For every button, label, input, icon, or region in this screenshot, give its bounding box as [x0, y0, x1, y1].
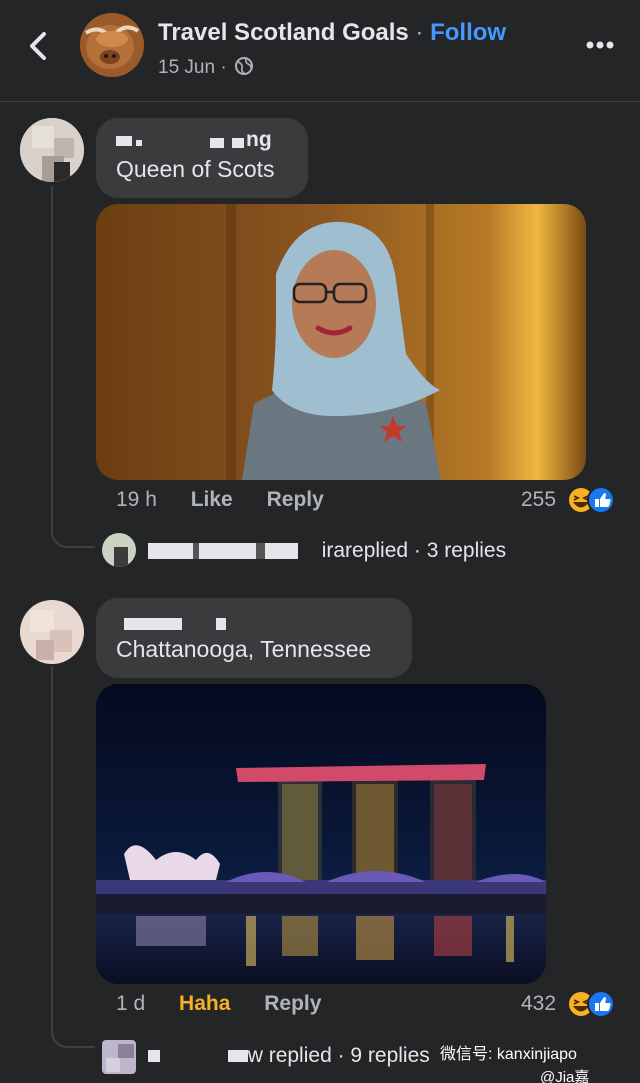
thread-line — [51, 186, 53, 526]
replier-avatar[interactable] — [102, 1040, 136, 1074]
comment-actions: 1 d Haha Reply — [116, 992, 349, 1016]
reaction-icons[interactable] — [566, 989, 616, 1019]
comment-text: Chattanooga, Tennessee — [116, 636, 372, 662]
back-button[interactable] — [22, 26, 56, 66]
replier-name-redacted — [148, 1050, 160, 1062]
title-separator: · — [408, 19, 431, 46]
view-replies-link[interactable]: irareplied · 3 replies — [148, 539, 506, 563]
like-thumb-icon — [587, 486, 615, 514]
page-title-row: Travel Scotland Goals · Follow — [158, 19, 506, 47]
thread-connector — [51, 1020, 95, 1048]
comment-photo-skyline[interactable] — [96, 684, 546, 984]
like-thumb-icon — [587, 990, 615, 1018]
portrait-image — [96, 204, 586, 480]
comment-bubble[interactable]: ng Queen of Scots — [96, 118, 308, 198]
globe-icon — [234, 57, 253, 75]
comment-actions: 19 h Like Reply — [116, 488, 352, 512]
comment-time[interactable]: 1 d — [116, 992, 145, 1015]
replier-name-fragment: w — [247, 1044, 263, 1067]
marina-bay-skyline-image — [96, 684, 546, 984]
commenter-name-redacted[interactable] — [116, 608, 392, 632]
highland-cow-image — [80, 13, 144, 77]
page-title[interactable]: Travel Scotland Goals — [158, 19, 409, 46]
post-header: Travel Scotland Goals · Follow 15 Jun · — [0, 0, 640, 102]
commenter-avatar[interactable] — [20, 600, 84, 664]
view-replies-link[interactable]: w replied · 9 replies — [148, 1044, 430, 1068]
back-chevron-icon — [30, 32, 46, 60]
more-dots-icon — [586, 41, 614, 49]
commenter-name-redacted[interactable]: ng — [116, 128, 288, 152]
reply-summary: replied · 3 replies — [345, 539, 507, 562]
reaction-count[interactable]: 255 — [521, 488, 556, 512]
watermark-sub: @Jia嘉 — [540, 1069, 590, 1083]
wechat-watermark: 微信号: kanxinjiapo @Jia嘉 — [440, 1040, 589, 1083]
reply-button[interactable]: Reply — [264, 992, 321, 1015]
reply-button[interactable]: Reply — [267, 488, 324, 511]
replier-name-redacted — [148, 543, 298, 559]
replier-name-fragment: ira — [321, 539, 346, 562]
post-date[interactable]: 15 Jun · — [158, 57, 227, 78]
thread-line — [51, 666, 53, 1026]
like-button[interactable]: Like — [191, 488, 233, 511]
replier-avatar[interactable] — [102, 533, 136, 567]
commenter-name-fragment: ng — [246, 128, 272, 151]
comment-text: Queen of Scots — [116, 156, 275, 182]
comment-bubble[interactable]: Chattanooga, Tennessee — [96, 598, 412, 678]
post-meta: 15 Jun · — [158, 56, 254, 79]
haha-reaction-button[interactable]: Haha — [179, 992, 230, 1015]
watermark-text: 微信号: kanxinjiapo — [440, 1046, 577, 1063]
follow-button[interactable]: Follow — [430, 19, 506, 46]
reaction-count[interactable]: 432 — [521, 992, 556, 1016]
comment-time[interactable]: 19 h — [116, 488, 157, 511]
commenter-avatar[interactable] — [20, 118, 84, 182]
reaction-icons[interactable] — [566, 485, 616, 515]
page-avatar[interactable] — [80, 13, 144, 77]
reply-summary: replied · 9 replies — [268, 1044, 430, 1067]
more-options-button[interactable] — [584, 34, 618, 56]
thread-connector — [51, 520, 95, 548]
comment-photo-portrait[interactable] — [96, 204, 586, 480]
